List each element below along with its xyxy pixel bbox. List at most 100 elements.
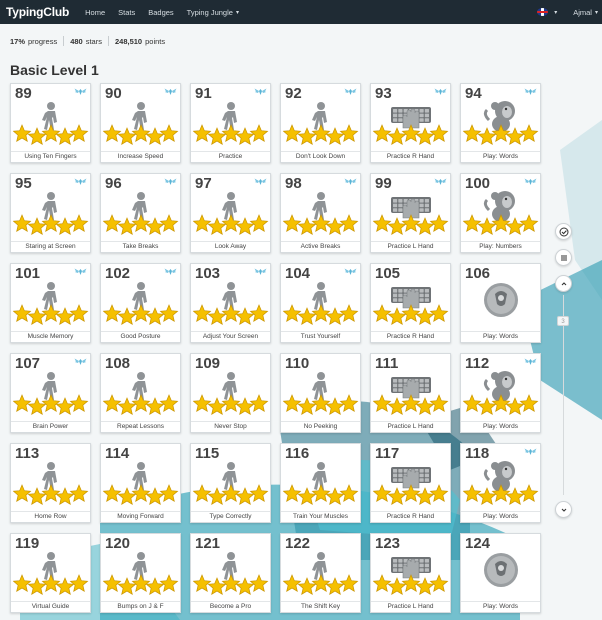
lesson-label: Practice L Hand bbox=[371, 601, 450, 612]
star-icon bbox=[373, 304, 392, 323]
lesson-card[interactable]: 89 Using Ten Fingers bbox=[10, 83, 91, 163]
star-icon bbox=[193, 394, 212, 413]
lesson-label: The Shift Key bbox=[281, 601, 360, 612]
lesson-card[interactable]: 91 Practice bbox=[190, 83, 271, 163]
lesson-card[interactable]: 124 Play: Words bbox=[460, 533, 541, 613]
nav-home[interactable]: Home bbox=[85, 8, 105, 17]
star-icon bbox=[13, 214, 32, 233]
lesson-number: 117 bbox=[375, 445, 400, 462]
lesson-card[interactable]: 110 No Peeking bbox=[280, 353, 361, 433]
star-rating bbox=[193, 124, 269, 145]
lesson-card[interactable]: 121 Become a Pro bbox=[190, 533, 271, 613]
star-rating bbox=[103, 394, 179, 415]
menu-button[interactable] bbox=[555, 249, 572, 266]
lesson-card[interactable]: 113 Home Row bbox=[10, 443, 91, 523]
check-button[interactable] bbox=[555, 223, 572, 240]
lesson-card[interactable]: 111 Practice L Hand bbox=[370, 353, 451, 433]
lesson-card[interactable]: 115 Type Correctly bbox=[190, 443, 271, 523]
lesson-card[interactable]: 123 Practice L Hand bbox=[370, 533, 451, 613]
lesson-number: 112 bbox=[465, 355, 490, 372]
star-icon bbox=[339, 214, 359, 233]
lesson-card[interactable]: 117 Practice R Hand bbox=[370, 443, 451, 523]
nav-typing-jungle[interactable]: Typing Jungle ▾ bbox=[187, 8, 239, 17]
lesson-card[interactable]: 120 Bumps on J & F bbox=[100, 533, 181, 613]
lesson-card[interactable]: 100 Play: Numbers bbox=[460, 173, 541, 253]
star-icon bbox=[325, 577, 345, 595]
lesson-card[interactable]: 105 Practice R Hand bbox=[370, 263, 451, 343]
star-icon bbox=[463, 394, 482, 413]
chevron-down-icon: ▾ bbox=[235, 9, 239, 16]
star-icon bbox=[463, 124, 482, 143]
language-selector[interactable]: ▾ bbox=[537, 8, 557, 16]
lesson-card[interactable]: 109 Never Stop bbox=[190, 353, 271, 433]
star-icon bbox=[27, 217, 47, 235]
lesson-card[interactable]: 104 Trust Yourself bbox=[280, 263, 361, 343]
user-dropdown[interactable]: Ajmal ▾ bbox=[573, 8, 598, 17]
lesson-card[interactable]: 96 Take Breaks bbox=[100, 173, 181, 253]
lesson-card[interactable]: 119 Virtual Guide bbox=[10, 533, 91, 613]
star-icon bbox=[325, 217, 345, 235]
lesson-number: 118 bbox=[465, 445, 490, 462]
page-indicator[interactable]: 3 bbox=[557, 316, 569, 326]
lesson-number: 111 bbox=[375, 355, 399, 372]
lesson-number: 100 bbox=[465, 175, 491, 192]
lesson-card[interactable]: 122 The Shift Key bbox=[280, 533, 361, 613]
scroll-down-button[interactable] bbox=[555, 501, 572, 518]
lesson-card[interactable]: 99 Practice L Hand bbox=[370, 173, 451, 253]
lesson-label: Play: Words bbox=[461, 601, 540, 612]
lesson-card[interactable]: 116 Train Your Muscles bbox=[280, 443, 361, 523]
nav-stats[interactable]: Stats bbox=[118, 8, 135, 17]
points-label: points bbox=[145, 36, 166, 46]
star-icon bbox=[311, 304, 331, 323]
brand-logo[interactable]: TypingClub bbox=[6, 5, 69, 19]
nav-badges-label: Badges bbox=[148, 7, 174, 17]
star-icon bbox=[193, 304, 212, 323]
scroll-up-button[interactable] bbox=[555, 275, 572, 292]
star-icon bbox=[159, 124, 179, 143]
lesson-card[interactable]: 108 Repeat Lessons bbox=[100, 353, 181, 433]
lesson-card[interactable]: 97 Look Away bbox=[190, 173, 271, 253]
star-icon bbox=[69, 304, 89, 323]
nav-stats-label: Stats bbox=[118, 7, 136, 17]
lesson-card[interactable]: 102 Good Posture bbox=[100, 263, 181, 343]
lesson-card[interactable]: 107 Brain Power bbox=[10, 353, 91, 433]
star-icon bbox=[429, 574, 449, 593]
star-rating bbox=[463, 484, 539, 505]
lesson-card[interactable]: 93 Practice R Hand bbox=[370, 83, 451, 163]
star-icon bbox=[41, 574, 61, 593]
star-icon bbox=[207, 397, 227, 415]
star-icon bbox=[401, 304, 421, 323]
star-icon bbox=[131, 394, 151, 413]
lesson-card[interactable]: 95 Staring at Screen bbox=[10, 173, 91, 253]
lesson-number: 91 bbox=[195, 85, 212, 102]
lesson-label: Active Breaks bbox=[281, 241, 360, 252]
lesson-card[interactable]: 92 Don't Look Down bbox=[280, 83, 361, 163]
lesson-card[interactable]: 103 Adjust Your Screen bbox=[190, 263, 271, 343]
wings-badge-icon bbox=[74, 358, 87, 365]
lesson-label: Play: Words bbox=[461, 151, 540, 162]
star-icon bbox=[117, 127, 137, 145]
nav-home-label: Home bbox=[85, 7, 106, 17]
star-icon bbox=[387, 307, 407, 325]
lesson-card[interactable]: 112 Play: Words bbox=[460, 353, 541, 433]
lesson-label: Look Away bbox=[191, 241, 270, 252]
divider bbox=[63, 36, 65, 46]
wings-badge-icon bbox=[254, 88, 267, 95]
lesson-number: 96 bbox=[105, 175, 122, 192]
star-icon bbox=[387, 397, 407, 415]
lesson-card[interactable]: 118 Play: Words bbox=[460, 443, 541, 523]
star-icon bbox=[221, 214, 241, 233]
star-icon bbox=[339, 394, 359, 413]
star-icon bbox=[297, 307, 317, 325]
lesson-card[interactable]: 101 Muscle Memory bbox=[10, 263, 91, 343]
star-icon bbox=[69, 574, 89, 593]
lesson-number: 95 bbox=[15, 175, 32, 192]
nav-badges[interactable]: Badges bbox=[148, 8, 173, 17]
lesson-card[interactable]: 114 Moving Forward bbox=[100, 443, 181, 523]
star-icon bbox=[207, 487, 227, 505]
lesson-card[interactable]: 94 Play: Words bbox=[460, 83, 541, 163]
lesson-card[interactable]: 98 Active Breaks bbox=[280, 173, 361, 253]
lesson-card[interactable]: 106 Play: Words bbox=[460, 263, 541, 343]
star-icon bbox=[117, 577, 137, 595]
lesson-card[interactable]: 90 Increase Speed bbox=[100, 83, 181, 163]
